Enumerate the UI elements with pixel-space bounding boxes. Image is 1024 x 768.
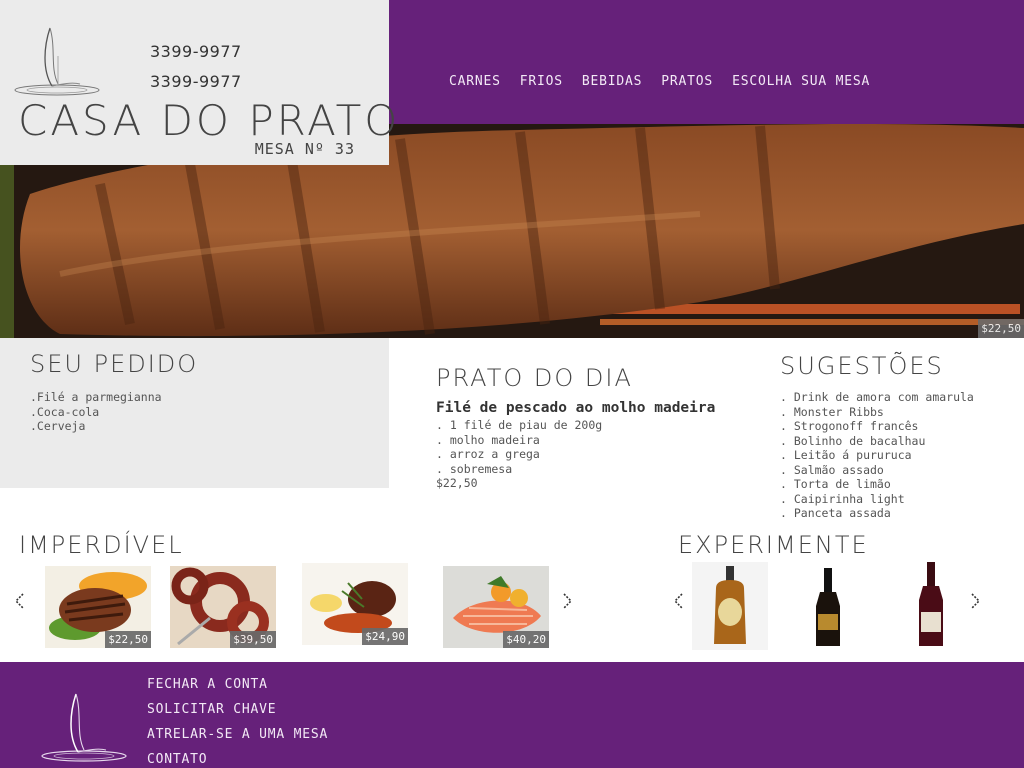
phone-number: 3399-9977 bbox=[150, 72, 242, 91]
flame-plate-icon[interactable] bbox=[38, 692, 130, 764]
arrow-left-icon[interactable] bbox=[672, 592, 686, 610]
nav-escolha-sua-mesa[interactable]: ESCOLHA SUA MESA bbox=[732, 74, 870, 89]
suggestion-item[interactable]: . Caipirinha light bbox=[780, 492, 974, 507]
price-tag: $22,50 bbox=[105, 631, 151, 648]
daily-dish-item: . molho madeira bbox=[436, 432, 540, 447]
daily-dish-item: . arroz a grega bbox=[436, 447, 540, 461]
flame-plate-icon[interactable] bbox=[12, 26, 102, 98]
arrow-right-icon[interactable] bbox=[968, 592, 982, 610]
order-panel: SEU PEDIDO .Filé a parmegianna .Coca-col… bbox=[0, 338, 389, 488]
nav-pratos[interactable]: PRATOS bbox=[661, 74, 713, 89]
suggestion-item[interactable]: . Drink de amora com amarula bbox=[780, 390, 974, 405]
daily-dish-name[interactable]: Filé de pescado ao molho madeira bbox=[436, 400, 715, 416]
nav-bebidas[interactable]: BEBIDAS bbox=[582, 74, 642, 89]
daily-dish-item: . 1 filé de piau de 200g bbox=[436, 418, 603, 432]
order-list: .Filé a parmegianna .Coca-cola .Cerveja bbox=[30, 390, 162, 434]
suggestion-item[interactable]: . Leitão á pururuca bbox=[780, 448, 974, 463]
nav-frios[interactable]: FRIOS bbox=[520, 74, 563, 89]
order-item: .Coca-cola bbox=[30, 404, 100, 419]
contact-link[interactable]: CONTATO bbox=[147, 747, 328, 768]
suggestion-item[interactable]: . Strogonoff francês bbox=[780, 419, 974, 434]
suggestion-item[interactable]: . Monster Ribbs bbox=[780, 405, 974, 420]
footer: FECHAR A CONTA SOLICITAR CHAVE ATRELAR-S… bbox=[0, 662, 1024, 768]
arrow-left-icon[interactable] bbox=[13, 592, 27, 610]
suggestions-list: . Drink de amora com amarula . Monster R… bbox=[780, 390, 974, 521]
daily-dish-details: . 1 filé de piau de 200g . molho madeira… bbox=[436, 418, 602, 476]
footer-menu: FECHAR A CONTA SOLICITAR CHAVE ATRELAR-S… bbox=[147, 672, 328, 768]
dish-card[interactable]: $39,50 bbox=[170, 566, 276, 648]
order-item: .Filé a parmegianna bbox=[30, 390, 162, 404]
daily-dish-item: . sobremesa bbox=[436, 461, 513, 476]
request-key-link[interactable]: SOLICITAR CHAVE bbox=[147, 697, 328, 722]
suggestion-item[interactable]: . Panceta assada bbox=[780, 506, 974, 521]
experiment-title: EXPERIMENTE bbox=[678, 531, 869, 559]
price-tag: $40,20 bbox=[503, 631, 549, 648]
price-tag: $39,50 bbox=[230, 631, 276, 648]
table-number: MESA Nº 33 bbox=[254, 140, 355, 158]
order-item: .Cerveja bbox=[30, 419, 86, 433]
phone-number: 3399-9977 bbox=[150, 42, 242, 61]
suggestion-item[interactable]: . Torta de limão bbox=[780, 477, 974, 492]
daily-dish-title: PRATO DO DIA bbox=[436, 364, 633, 392]
whisky-bottle-image[interactable] bbox=[692, 562, 768, 650]
close-bill-link[interactable]: FECHAR A CONTA bbox=[147, 672, 328, 697]
suggestions-title: SUGESTÕES bbox=[780, 352, 944, 380]
dish-card[interactable]: $24,90 bbox=[302, 563, 408, 645]
arrow-right-icon[interactable] bbox=[560, 592, 574, 610]
price-tag: $22,50 bbox=[978, 319, 1024, 338]
dish-card[interactable]: $22,50 bbox=[45, 566, 151, 648]
dish-card[interactable]: $40,20 bbox=[443, 566, 549, 648]
brand-title: CASA DO PRATO bbox=[18, 96, 401, 145]
beer-bottle-image[interactable] bbox=[790, 562, 866, 650]
nav-carnes[interactable]: CARNES bbox=[449, 74, 501, 89]
logo-box: 3399-9977 3399-9977 CASA DO PRATO MESA N… bbox=[0, 0, 397, 165]
main-nav: CARNES FRIOS BEBIDAS PRATOS ESCOLHA SUA … bbox=[449, 74, 870, 89]
suggestion-item[interactable]: . Salmão assado bbox=[780, 463, 974, 478]
order-title: SEU PEDIDO bbox=[30, 350, 199, 378]
suggestion-item[interactable]: . Bolinho de bacalhau bbox=[780, 434, 974, 449]
must-try-title: IMPERDÍVEL bbox=[19, 531, 184, 559]
wine-bottle-image[interactable] bbox=[893, 562, 969, 650]
price-tag: $24,90 bbox=[362, 628, 408, 645]
daily-dish-price: $22,50 bbox=[436, 476, 478, 490]
join-table-link[interactable]: ATRELAR-SE A UMA MESA bbox=[147, 722, 328, 747]
